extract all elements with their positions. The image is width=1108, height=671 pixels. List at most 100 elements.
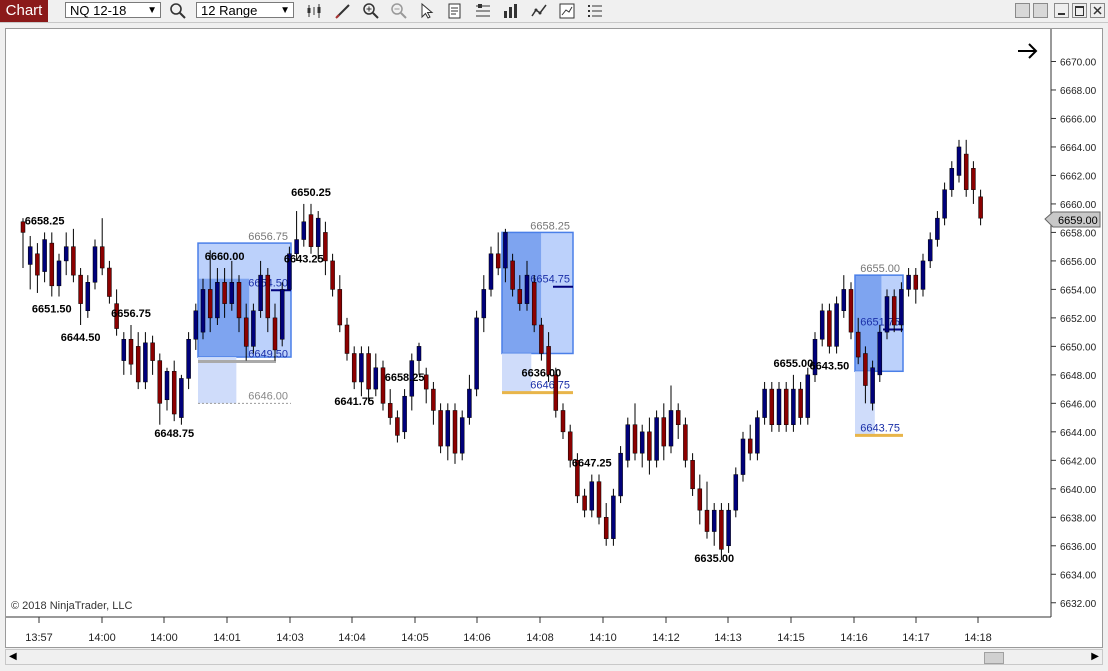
swing-price-label: 6658.25 xyxy=(385,372,425,384)
up-candle xyxy=(884,296,890,333)
scroll-thumb[interactable] xyxy=(984,652,1004,664)
horizontal-scrollbar[interactable]: ◀ ▶ xyxy=(5,649,1103,665)
bar-style-icon[interactable] xyxy=(306,2,324,20)
x-tick-label: 14:01 xyxy=(213,632,241,644)
chevron-down-icon: ▼ xyxy=(280,5,290,16)
minimize-button[interactable] xyxy=(1054,3,1069,18)
y-tick-label: 6668.00 xyxy=(1060,86,1097,97)
scroll-left-icon[interactable]: ◀ xyxy=(9,651,17,662)
maximize-button[interactable] xyxy=(1072,3,1087,18)
down-candle xyxy=(395,417,400,436)
down-candle xyxy=(423,374,429,390)
zone-base-label: 6649.50 xyxy=(248,348,288,360)
swing-price-label: 6648.75 xyxy=(154,428,194,440)
list-icon[interactable] xyxy=(586,2,604,20)
properties-icon[interactable] xyxy=(558,2,576,20)
up-candle xyxy=(445,410,451,447)
up-candle xyxy=(416,346,422,361)
zone-top-label: 6656.75 xyxy=(248,231,288,243)
down-candle xyxy=(539,324,544,354)
down-candle xyxy=(863,353,868,386)
x-tick-label: 13:57 xyxy=(25,632,53,644)
down-candle xyxy=(704,509,710,532)
strategies-icon[interactable] xyxy=(502,2,520,20)
up-candle xyxy=(488,253,494,290)
bar-type-select[interactable]: 12 Range ▼ xyxy=(196,2,294,18)
down-candle xyxy=(567,431,573,461)
down-candle xyxy=(107,267,112,297)
up-candle xyxy=(92,246,98,283)
x-tick-label: 14:12 xyxy=(652,632,680,644)
up-candle xyxy=(791,388,796,425)
up-candle xyxy=(121,338,127,361)
up-candle xyxy=(474,317,479,390)
zoom-out-icon[interactable] xyxy=(390,2,408,20)
arrow-right-icon[interactable] xyxy=(1018,43,1038,59)
down-candle xyxy=(222,282,227,304)
down-candle xyxy=(697,488,703,511)
toolbar: Chart NQ 12-18 ▼ 12 Range ▼ xyxy=(0,0,1108,23)
down-candle xyxy=(387,403,393,418)
instrument-select[interactable]: NQ 12-18 ▼ xyxy=(65,2,161,18)
x-tick-label: 14:08 xyxy=(526,632,554,644)
up-candle xyxy=(870,367,875,404)
search-icon[interactable] xyxy=(169,2,187,20)
x-tick-label: 14:18 xyxy=(964,632,992,644)
swing-price-label: 6644.50 xyxy=(61,332,101,344)
up-candle xyxy=(85,282,91,312)
swing-price-label: 6660.00 xyxy=(205,251,245,263)
zone-target-label: 6643.75 xyxy=(860,422,900,434)
y-tick-label: 6648.00 xyxy=(1060,371,1097,382)
up-candle xyxy=(56,260,62,287)
price-chart[interactable]: 6656.756654.506649.506646.006658.256654.… xyxy=(6,29,1102,647)
indicators-icon[interactable] xyxy=(530,2,548,20)
down-candle xyxy=(560,410,566,433)
down-candle xyxy=(308,214,314,247)
down-candle xyxy=(553,374,559,411)
up-candle xyxy=(740,438,746,475)
down-candle xyxy=(971,168,976,190)
chart-tab[interactable]: Chart xyxy=(0,0,48,22)
template-icon[interactable] xyxy=(474,2,492,20)
down-candle xyxy=(517,289,523,304)
x-tick-label: 14:00 xyxy=(88,632,116,644)
up-candle xyxy=(503,232,508,269)
instrument-value: NQ 12-18 xyxy=(70,3,127,18)
up-candle xyxy=(949,168,955,190)
up-candle xyxy=(589,481,595,511)
up-candle xyxy=(279,289,285,340)
x-tick-label: 14:00 xyxy=(150,632,178,644)
down-candle xyxy=(438,410,443,447)
zoom-in-icon[interactable] xyxy=(362,2,380,20)
up-candle xyxy=(164,371,170,401)
up-candle xyxy=(459,417,465,454)
y-tick-label: 6662.00 xyxy=(1060,171,1097,182)
y-tick-label: 6660.00 xyxy=(1060,200,1097,211)
y-tick-label: 6642.00 xyxy=(1060,456,1097,467)
up-candle xyxy=(819,310,825,340)
down-candle xyxy=(99,246,105,269)
drawing-tool-icon[interactable] xyxy=(334,2,352,20)
pointer-icon[interactable] xyxy=(418,2,436,20)
down-candle xyxy=(510,260,515,290)
current-price-marker: 6659.00 xyxy=(1044,211,1101,228)
down-candle xyxy=(963,153,969,190)
up-candle xyxy=(373,367,379,390)
down-candle xyxy=(272,317,278,351)
up-candle xyxy=(711,509,717,532)
scroll-right-icon[interactable]: ▶ xyxy=(1091,651,1099,662)
down-candle xyxy=(913,274,919,290)
window-tile-icon[interactable] xyxy=(1015,3,1030,18)
down-candle xyxy=(49,242,55,287)
up-candle xyxy=(193,310,199,340)
up-candle xyxy=(315,217,321,247)
swing-price-label: 6658.25 xyxy=(25,215,65,227)
chart-panel[interactable]: 6656.756654.506649.506646.006658.256654.… xyxy=(5,28,1103,648)
data-box-icon[interactable] xyxy=(446,2,464,20)
up-candle xyxy=(42,239,47,272)
up-candle xyxy=(524,274,530,304)
down-candle xyxy=(150,342,155,361)
close-button[interactable] xyxy=(1090,3,1105,18)
window-restore-icon[interactable] xyxy=(1033,3,1048,18)
down-candle xyxy=(431,388,436,411)
